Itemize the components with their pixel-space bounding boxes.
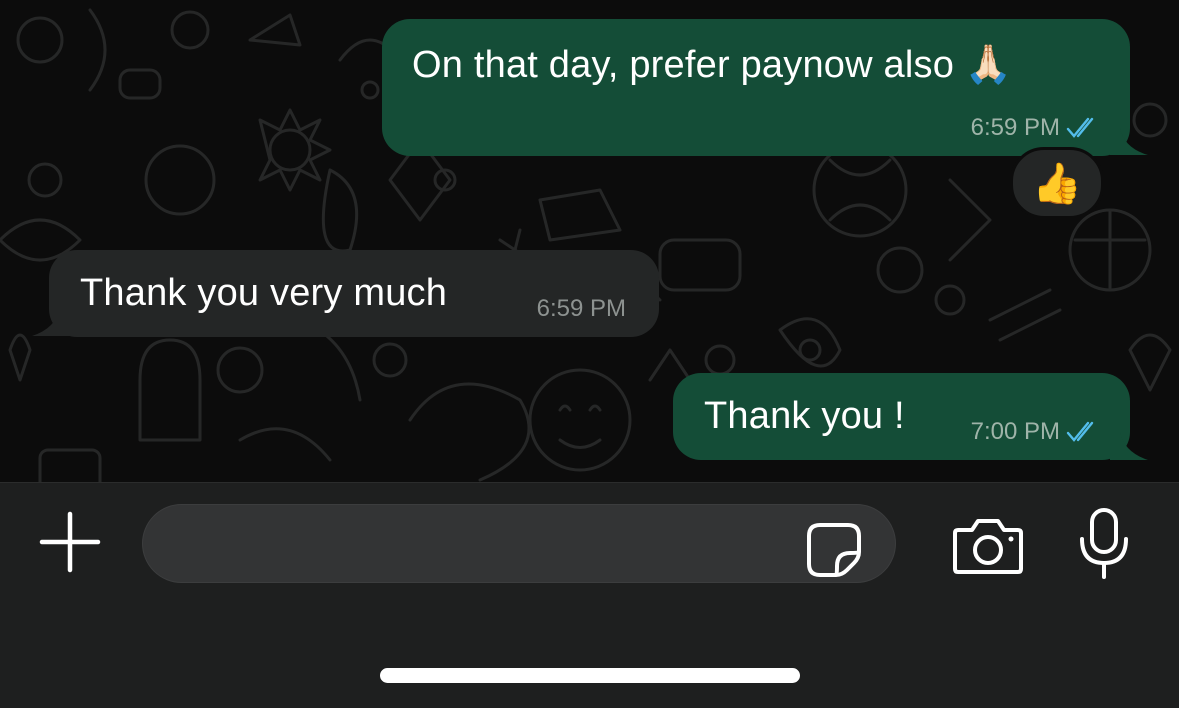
message-text: Thank you very much	[80, 272, 448, 314]
message-text: On that day, prefer paynow also 🙏🏻	[412, 44, 1013, 86]
message-bubble-outgoing[interactable]: On that day, prefer paynow also 🙏🏻 6:59 …	[382, 19, 1130, 156]
thumbs-up-reaction: 👍	[1032, 161, 1082, 206]
camera-icon[interactable]	[952, 516, 1024, 574]
message-bubble-outgoing[interactable]: Thank you ! 7:00 PM	[673, 373, 1130, 460]
read-ticks-icon	[1066, 421, 1094, 442]
message-text: Thank you !	[704, 395, 905, 437]
chat-area[interactable]: On that day, prefer paynow also 🙏🏻 6:59 …	[0, 0, 1179, 482]
message-meta: 6:59 PM	[537, 295, 626, 323]
message-input[interactable]	[171, 523, 795, 567]
message-meta: 7:00 PM	[971, 418, 1102, 446]
home-indicator[interactable]	[380, 668, 800, 683]
microphone-icon[interactable]	[1078, 507, 1130, 579]
message-input-field[interactable]	[142, 504, 896, 583]
reaction-badge[interactable]: 👍	[1010, 147, 1104, 219]
message-meta: 6:59 PM	[971, 114, 1102, 142]
message-bubble-incoming[interactable]: Thank you very much 6:59 PM	[49, 250, 659, 337]
message-time: 7:00 PM	[970, 418, 1060, 445]
sticker-icon[interactable]	[806, 522, 862, 578]
bubble-tail	[1110, 432, 1148, 460]
message-time: 6:59 PM	[970, 114, 1060, 141]
plus-icon[interactable]	[38, 510, 102, 574]
message-time: 6:59 PM	[536, 295, 626, 322]
bubble-tail	[1110, 128, 1148, 155]
read-ticks-icon	[1066, 117, 1094, 138]
bubble-tail	[32, 308, 70, 336]
